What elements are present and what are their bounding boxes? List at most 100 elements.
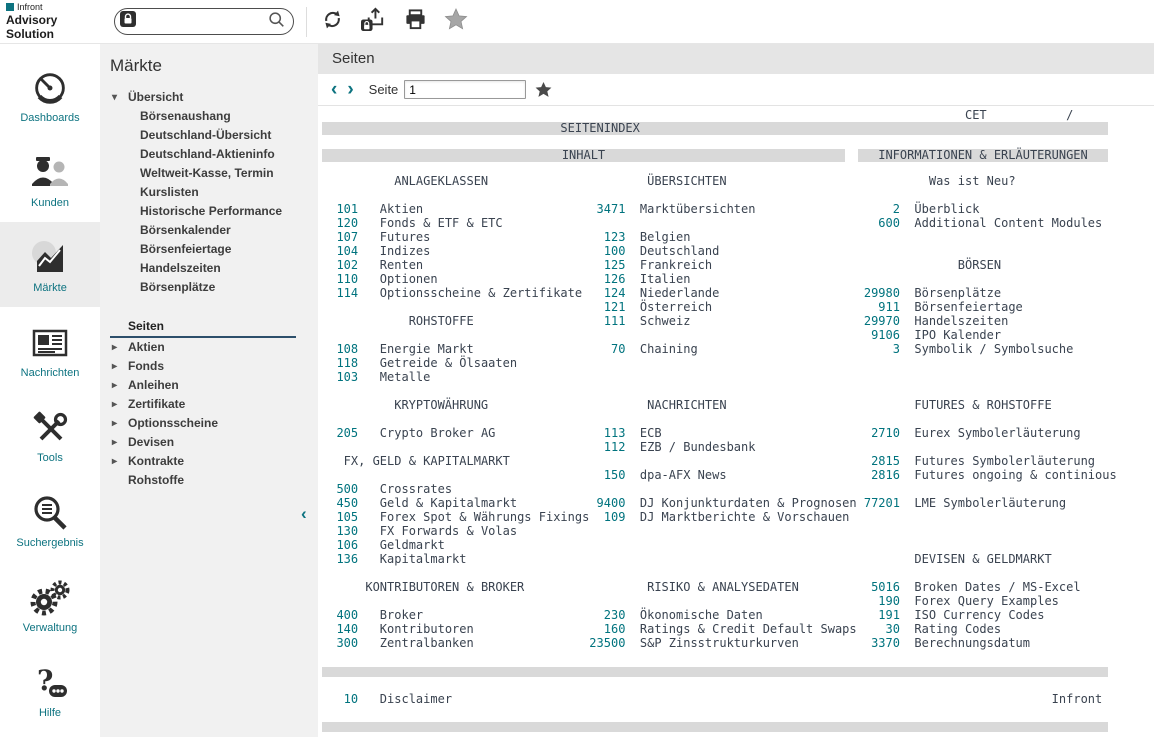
- page-number-link[interactable]: 450: [336, 496, 358, 510]
- page-label-link[interactable]: Optionsscheine & Zertifikate: [380, 286, 582, 300]
- tree-item-deutschland-übersicht[interactable]: Deutschland-Übersicht: [110, 126, 318, 145]
- chevron-right-icon[interactable]: ▸: [112, 414, 117, 433]
- nav-item-märkte[interactable]: Märkte: [0, 222, 100, 307]
- tree-item-börsenplätze[interactable]: Börsenplätze: [110, 278, 318, 297]
- page-label-link[interactable]: Schweiz: [640, 314, 691, 328]
- page-label-link[interactable]: Eurex Symbolerläuterung: [914, 426, 1080, 440]
- page-number-link[interactable]: 109: [604, 510, 626, 524]
- page-number-link[interactable]: 5016: [871, 580, 900, 594]
- tree-item-börsenaushang[interactable]: Börsenaushang: [110, 107, 318, 126]
- page-label-link[interactable]: Zentralbanken: [380, 636, 474, 650]
- page-number-link[interactable]: 190: [878, 594, 900, 608]
- forward-button[interactable]: ›: [342, 80, 358, 99]
- nav-item-kunden[interactable]: Kunden: [0, 137, 100, 222]
- page-label-link[interactable]: Additional Content Modules: [914, 216, 1102, 230]
- page-number-link[interactable]: 110: [336, 272, 358, 286]
- page-label-link[interactable]: Rating Codes: [914, 622, 1001, 636]
- page-label-link[interactable]: Italien: [640, 272, 691, 286]
- page-label-link[interactable]: Ratings & Credit Default Swaps: [640, 622, 857, 636]
- page-number-link[interactable]: 130: [336, 524, 358, 538]
- tree-item-historische-performance[interactable]: Historische Performance: [110, 202, 318, 221]
- page-number-link[interactable]: 160: [604, 622, 626, 636]
- page-label-link[interactable]: Ökonomische Daten: [640, 608, 763, 622]
- page-label-link[interactable]: Futures: [380, 230, 431, 244]
- tree-item-zertifikate[interactable]: ▸Zertifikate: [110, 395, 318, 414]
- page-number-link[interactable]: 121: [604, 300, 626, 314]
- page-number-link[interactable]: 113: [604, 426, 626, 440]
- page-number-link[interactable]: 300: [336, 636, 358, 650]
- page-label-link[interactable]: Fonds & ETF & ETC: [380, 216, 503, 230]
- nav-item-dashboards[interactable]: Dashboards: [0, 52, 100, 137]
- page-label-link[interactable]: Aktien: [380, 202, 423, 216]
- page-label-link[interactable]: Renten: [380, 258, 423, 272]
- nav-item-tools[interactable]: Tools: [0, 392, 100, 477]
- page-number-input[interactable]: [404, 80, 526, 99]
- tree-item-börsenkalender[interactable]: Börsenkalender: [110, 221, 318, 240]
- page-number-link[interactable]: 600: [878, 216, 900, 230]
- page-number-link[interactable]: 140: [336, 622, 358, 636]
- tree-item-weltweit-kasse-termin[interactable]: Weltweit-Kasse, Termin: [110, 164, 318, 183]
- page-label-link[interactable]: Kapitalmarkt: [380, 552, 467, 566]
- page-label-link[interactable]: Kontributoren: [380, 622, 474, 636]
- page-label-link[interactable]: Metalle: [380, 370, 431, 384]
- page-label-link[interactable]: ISO Currency Codes: [914, 608, 1044, 622]
- tree-item-börsenfeiertage[interactable]: Börsenfeiertage: [110, 240, 318, 259]
- page-number-link[interactable]: 124: [604, 286, 626, 300]
- nav-item-hilfe[interactable]: ?Hilfe: [0, 647, 100, 732]
- page-number-link[interactable]: 230: [604, 608, 626, 622]
- page-number-link[interactable]: 400: [336, 608, 358, 622]
- tree-item-rohstoffe[interactable]: Rohstoffe: [110, 471, 318, 490]
- page-number-link[interactable]: 29970: [864, 314, 900, 328]
- page-label-link[interactable]: Börsenfeiertage: [914, 300, 1022, 314]
- chevron-right-icon[interactable]: ▸: [112, 338, 117, 357]
- page-number-link[interactable]: 114: [336, 286, 358, 300]
- page-number-link[interactable]: 70: [611, 342, 625, 356]
- page-label-link[interactable]: Überblick: [914, 202, 979, 216]
- tree-item-aktien[interactable]: ▸Aktien: [110, 338, 318, 357]
- page-label-link[interactable]: Forex Spot & Währungs Fixings: [380, 510, 590, 524]
- page-label-link[interactable]: Crossrates: [380, 482, 452, 496]
- page-label-link[interactable]: EZB / Bundesbank: [640, 440, 756, 454]
- page-number-link[interactable]: 911: [878, 300, 900, 314]
- tree-item-übersicht[interactable]: ▾Übersicht: [110, 88, 318, 107]
- export-button[interactable]: [361, 6, 387, 37]
- page-label-link[interactable]: Marktübersichten: [640, 202, 756, 216]
- search-input[interactable]: [141, 15, 263, 29]
- nav-item-nachrichten[interactable]: Nachrichten: [0, 307, 100, 392]
- page-label-link[interactable]: Disclaimer: [380, 692, 452, 706]
- page-label-link[interactable]: Deutschland: [640, 244, 719, 258]
- chevron-right-icon[interactable]: ▸: [112, 452, 117, 471]
- page-label-link[interactable]: Geldmarkt: [380, 538, 445, 552]
- page-number-link[interactable]: 3471: [597, 202, 626, 216]
- page-label-link[interactable]: Broker: [380, 608, 423, 622]
- tree-item-devisen[interactable]: ▸Devisen: [110, 433, 318, 452]
- back-button[interactable]: ‹: [326, 80, 342, 99]
- search-icon[interactable]: [268, 11, 285, 33]
- page-number-link[interactable]: 104: [336, 244, 358, 258]
- page-number-link[interactable]: 111: [604, 314, 626, 328]
- page-label-link[interactable]: S&P Zinsstrukturkurven: [640, 636, 799, 650]
- page-label-link[interactable]: FX Forwards & Volas: [380, 524, 517, 538]
- chevron-right-icon[interactable]: ▸: [112, 433, 117, 452]
- page-label-link[interactable]: IPO Kalender: [914, 328, 1001, 342]
- nav-item-suchergebnis[interactable]: Suchergebnis: [0, 477, 100, 562]
- page-number-link[interactable]: 30: [886, 622, 900, 636]
- page-label-link[interactable]: Börsenplätze: [914, 286, 1001, 300]
- page-number-link[interactable]: 10: [344, 692, 358, 706]
- page-number-link[interactable]: 9106: [871, 328, 900, 342]
- page-label-link[interactable]: Handelszeiten: [914, 314, 1008, 328]
- page-label-link[interactable]: Belgien: [640, 230, 691, 244]
- tree-item-anleihen[interactable]: ▸Anleihen: [110, 376, 318, 395]
- page-label-link[interactable]: Broken Dates / MS-Excel: [914, 580, 1080, 594]
- page-number-link[interactable]: 136: [336, 552, 358, 566]
- tree-item-kontrakte[interactable]: ▸Kontrakte: [110, 452, 318, 471]
- page-label-link[interactable]: Symbolik / Symbolsuche: [914, 342, 1073, 356]
- page-number-link[interactable]: 102: [336, 258, 358, 272]
- page-number-link[interactable]: 118: [336, 356, 358, 370]
- page-label-link[interactable]: Österreich: [640, 300, 712, 314]
- page-number-link[interactable]: 101: [336, 202, 358, 216]
- page-number-link[interactable]: 120: [336, 216, 358, 230]
- page-number-link[interactable]: 2710: [871, 426, 900, 440]
- collapse-sidebar-button[interactable]: ‹: [301, 505, 307, 522]
- page-label-link[interactable]: LME Symbolerläuterung: [914, 496, 1066, 510]
